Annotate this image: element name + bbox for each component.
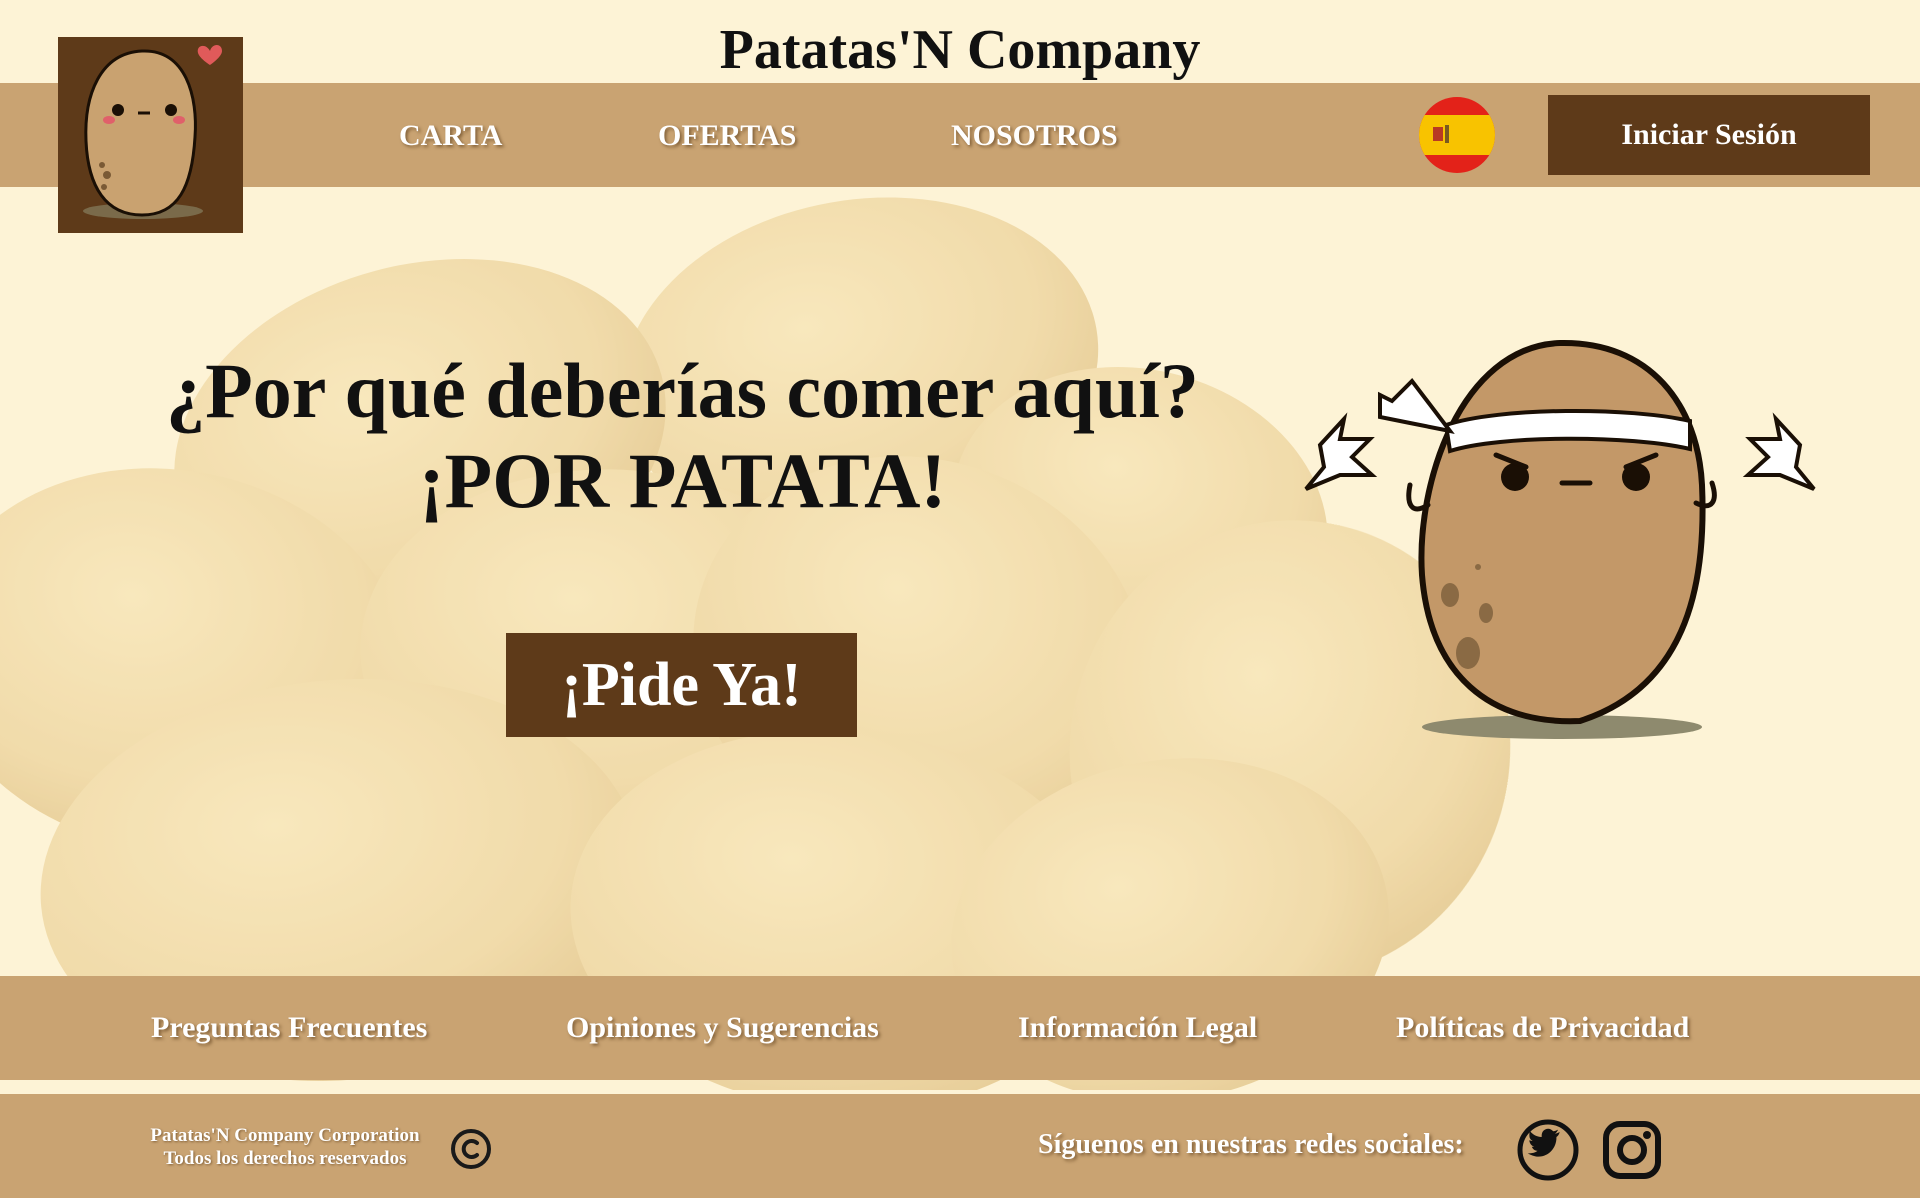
twitter-link[interactable] [1516, 1118, 1580, 1182]
social-follow-text: Síguenos en nuestras redes sociales: [1038, 1129, 1464, 1160]
feedback-link[interactable]: Opiniones y Sugerencias [566, 1011, 879, 1045]
language-flag-button[interactable] [1417, 95, 1497, 175]
copyright-icon [451, 1129, 491, 1169]
potato-logo-icon [83, 45, 222, 219]
spain-flag-icon [1419, 97, 1495, 173]
legal-info-link[interactable]: Información Legal [1018, 1011, 1257, 1045]
privacy-policy-link[interactable]: Políticas de Privacidad [1396, 1011, 1689, 1045]
site-footer: Patatas'N Company Corporation Todos los … [0, 1094, 1920, 1198]
twitter-icon [1517, 1119, 1579, 1181]
hero-heading-line2: ¡POR PATATA! [418, 437, 947, 524]
site-title: Patatas'N Company [719, 19, 1201, 81]
copyright-line2: Todos los derechos reservados [163, 1148, 407, 1169]
nav-link-carta[interactable]: CARTA [399, 119, 502, 153]
angry-potato-mascot-icon [1304, 339, 1816, 739]
faq-link[interactable]: Preguntas Frecuentes [151, 1011, 427, 1045]
hero-heading: ¿Por qué deberías comer aquí? ¡POR PATAT… [100, 346, 1265, 526]
copyright-line1: Patatas'N Company Corporation [150, 1125, 420, 1146]
instagram-link[interactable] [1600, 1118, 1664, 1182]
copyright-text: Patatas'N Company Corporation Todos los … [130, 1124, 440, 1170]
logo[interactable] [58, 37, 243, 233]
order-now-button[interactable]: ¡Pide Ya! [506, 633, 857, 737]
nav-link-nosotros[interactable]: NOSOTROS [951, 119, 1118, 153]
instagram-icon [1603, 1121, 1661, 1179]
login-button[interactable]: Iniciar Sesión [1548, 95, 1870, 175]
footer-links-bar: Preguntas Frecuentes Opiniones y Sugeren… [0, 976, 1920, 1080]
nav-link-ofertas[interactable]: OFERTAS [658, 119, 796, 153]
hero-heading-line1: ¿Por qué deberías comer aquí? [166, 347, 1199, 434]
